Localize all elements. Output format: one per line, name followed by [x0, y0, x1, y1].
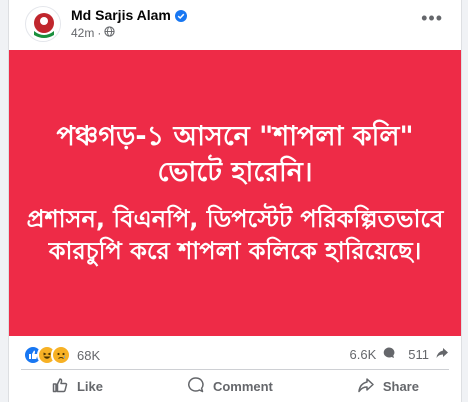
- author-name[interactable]: Md Sarjis Alam: [71, 7, 171, 23]
- thumbs-up-icon: [51, 376, 69, 397]
- stats-bar: 68K 6.6K 511: [9, 336, 461, 370]
- post-meta: 42m ·: [71, 26, 115, 40]
- avatar[interactable]: [25, 6, 61, 42]
- meta-separator: ·: [97, 26, 102, 40]
- engagement-counts: 6.6K 511: [350, 346, 449, 363]
- globe-icon: [104, 26, 115, 40]
- share-icon: [357, 376, 375, 397]
- comment-icon: [187, 376, 205, 397]
- post-time[interactable]: 42m: [71, 26, 94, 40]
- author-name-row: Md Sarjis Alam: [71, 7, 187, 23]
- reactions-summary[interactable]: 68K: [23, 345, 100, 365]
- share-label: Share: [382, 378, 419, 394]
- comments-count[interactable]: 6.6K: [350, 347, 377, 362]
- post-image[interactable]: পঞ্চগড়-১ আসনে "শাপলা কলি" ভোটে হারেনি। …: [9, 50, 461, 336]
- image-text-line2: প্রশাসন, বিএনপি, ডিপস্টেট পরিকল্পিতভাবে …: [26, 205, 444, 265]
- comment-button[interactable]: Comment: [177, 372, 283, 401]
- comment-label: Comment: [212, 378, 273, 394]
- comment-count-icon: [382, 346, 396, 363]
- share-count-icon: [435, 346, 449, 363]
- verified-badge-icon: [174, 9, 187, 22]
- image-text-line1: পঞ্চগড়-১ আসনে "শাপলা কলি" ভোটে হারেনি।: [56, 121, 414, 188]
- like-label: Like: [76, 378, 103, 394]
- sad-icon: [51, 345, 71, 365]
- more-options-icon[interactable]: •••: [421, 8, 443, 29]
- post-card: Md Sarjis Alam 42m · ••• পঞ্চগড়-১ আসনে: [8, 0, 462, 402]
- reactions-count: 68K: [77, 347, 101, 363]
- share-button[interactable]: Share: [347, 372, 429, 401]
- like-button[interactable]: Like: [41, 372, 113, 401]
- action-bar: Like Comment Share: [9, 370, 461, 402]
- post-header: Md Sarjis Alam 42m · •••: [9, 0, 461, 50]
- shares-count[interactable]: 511: [408, 347, 429, 362]
